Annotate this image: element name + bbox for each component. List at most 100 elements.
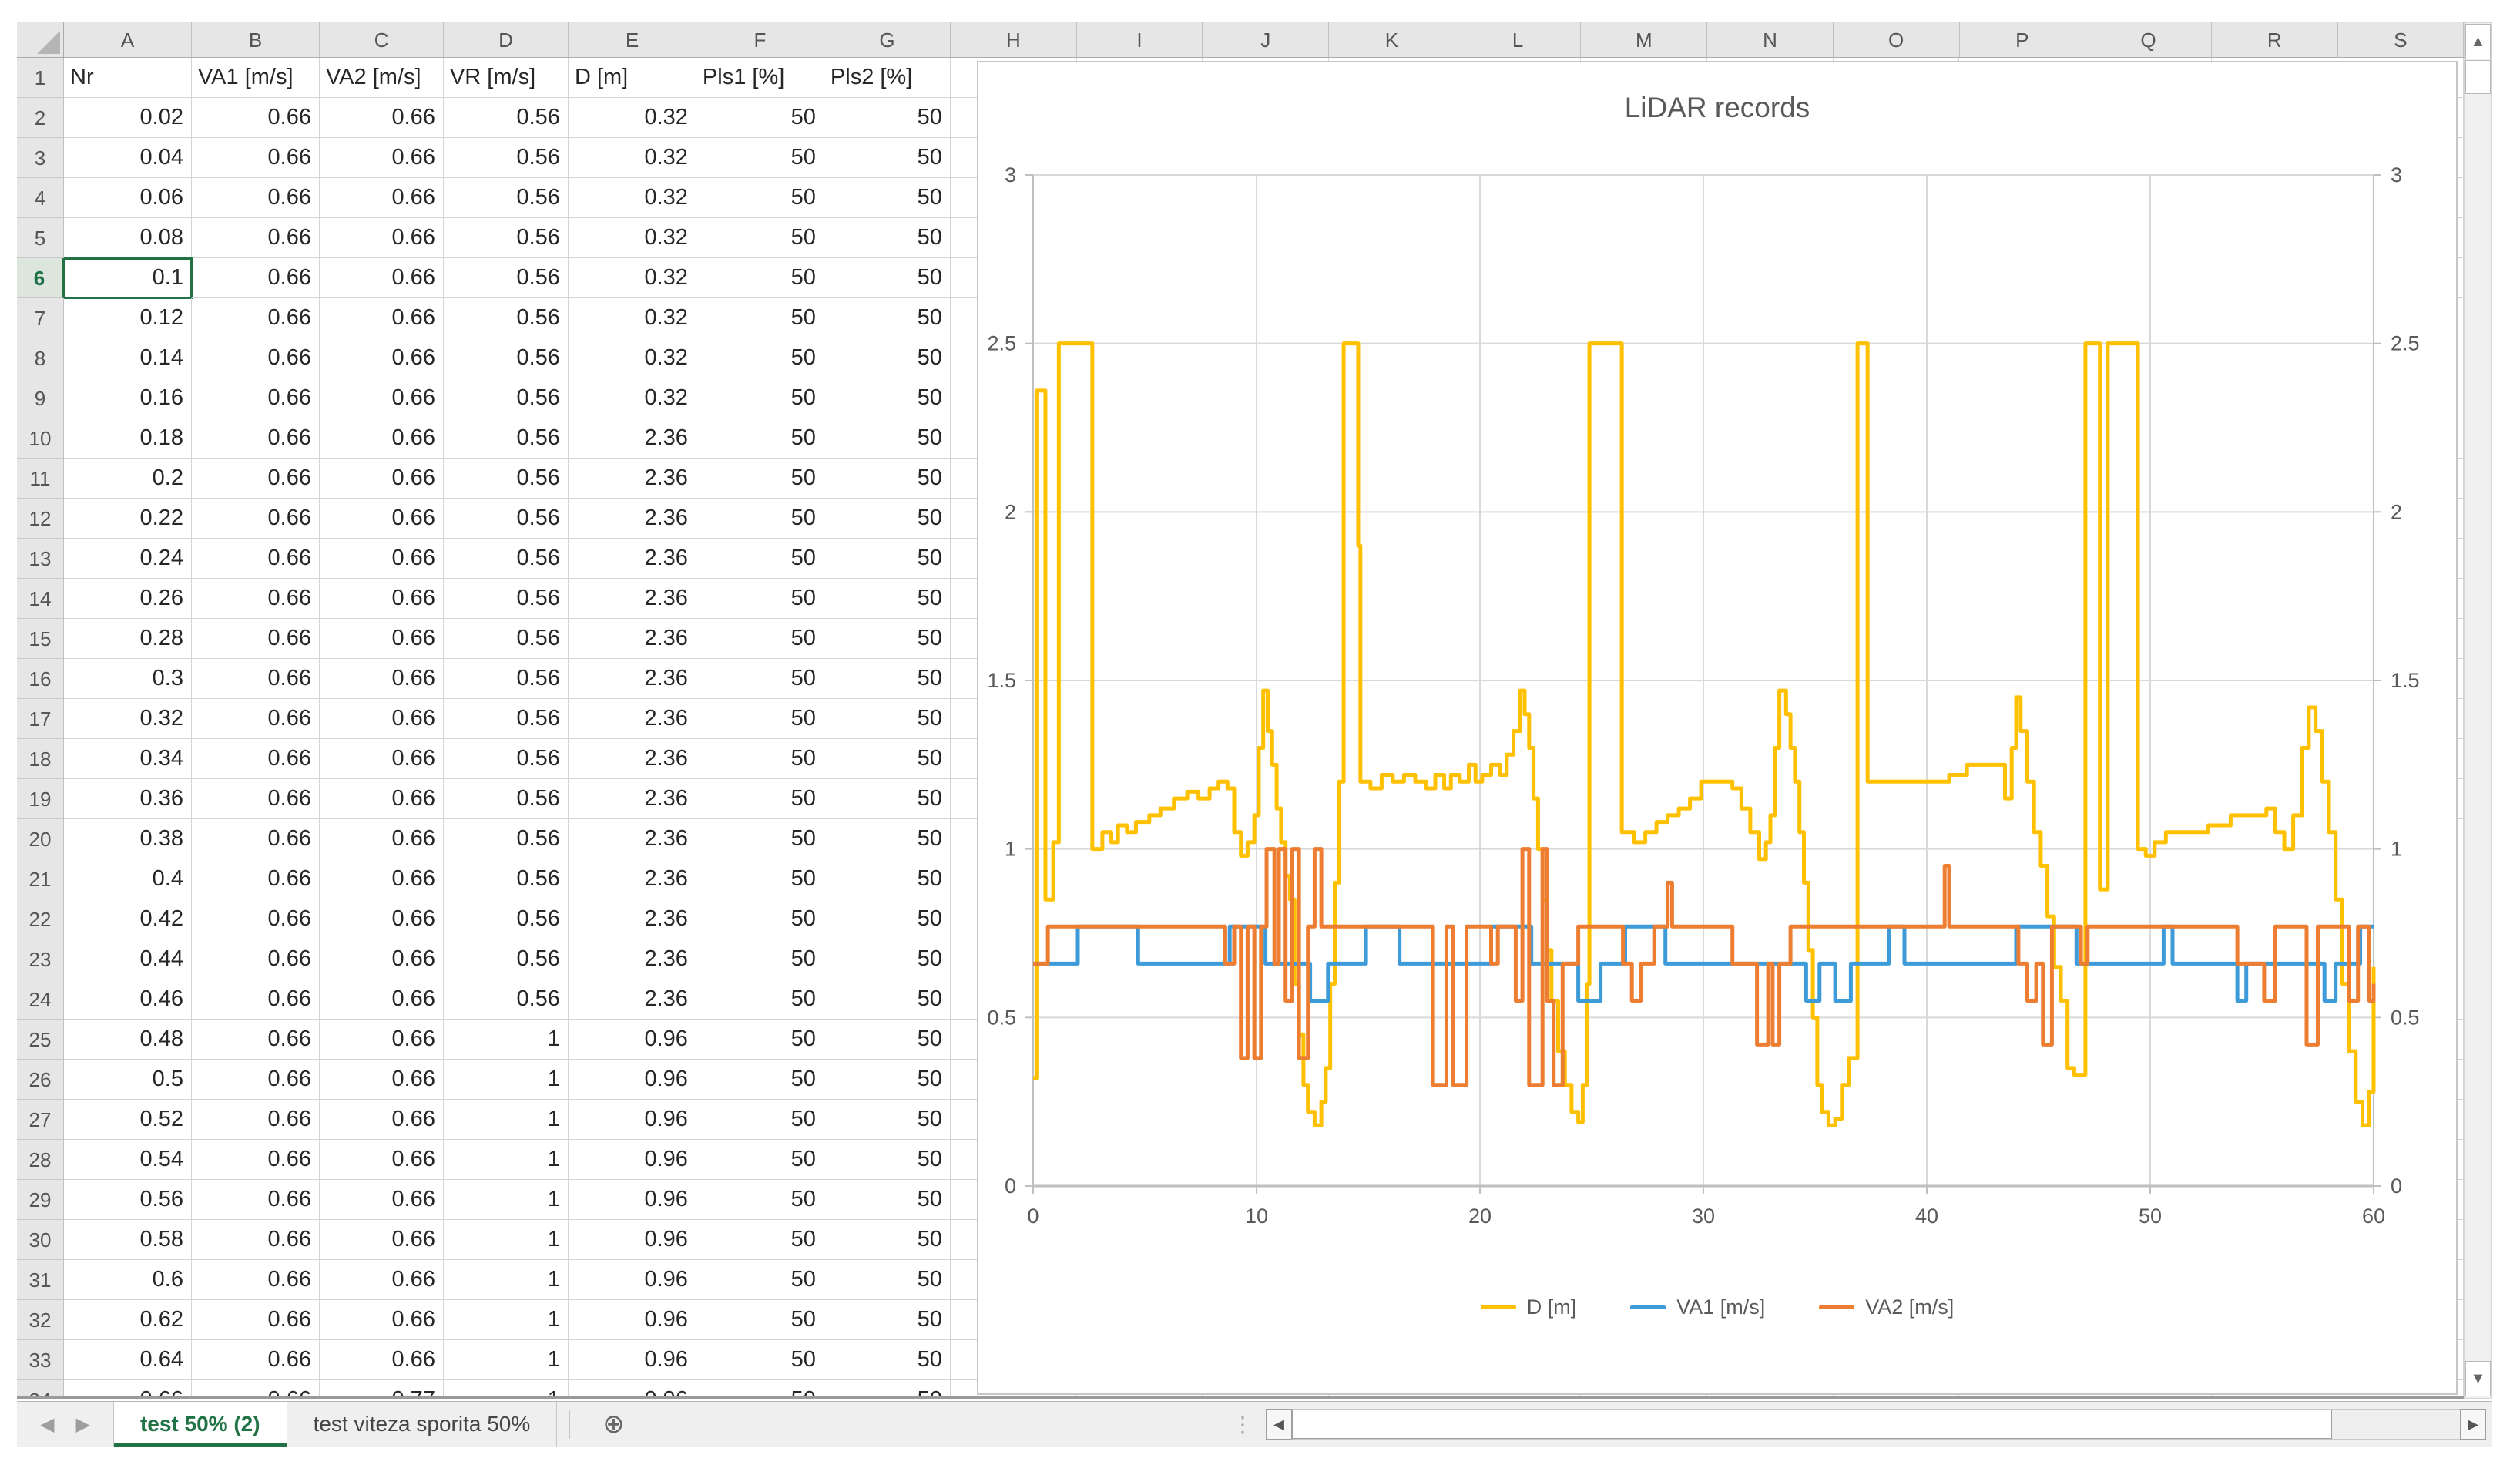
cell-B32[interactable]: 0.66: [192, 1300, 320, 1340]
cell-G29[interactable]: 50: [824, 1180, 951, 1220]
cell-F4[interactable]: 50: [696, 178, 824, 218]
cell-E6[interactable]: 0.32: [569, 258, 696, 298]
cell-F23[interactable]: 50: [696, 939, 824, 979]
cell-F5[interactable]: 50: [696, 218, 824, 258]
cell-C16[interactable]: 0.66: [320, 659, 444, 699]
cell-A15[interactable]: 0.28: [64, 619, 192, 659]
cell-G15[interactable]: 50: [824, 619, 951, 659]
cell-G30[interactable]: 50: [824, 1220, 951, 1260]
row-header-7[interactable]: 7: [17, 298, 64, 338]
cell-G18[interactable]: 50: [824, 739, 951, 779]
cell-F7[interactable]: 50: [696, 298, 824, 338]
row-header-10[interactable]: 10: [17, 418, 64, 459]
cell-A21[interactable]: 0.4: [64, 859, 192, 899]
cell-D8[interactable]: 0.56: [444, 338, 569, 378]
cell-F9[interactable]: 50: [696, 378, 824, 418]
cell-B22[interactable]: 0.66: [192, 899, 320, 939]
cell-G4[interactable]: 50: [824, 178, 951, 218]
cell-G31[interactable]: 50: [824, 1260, 951, 1300]
column-header-K[interactable]: K: [1329, 22, 1455, 58]
cell-E27[interactable]: 0.96: [569, 1100, 696, 1140]
cell-A23[interactable]: 0.44: [64, 939, 192, 979]
cell-D16[interactable]: 0.56: [444, 659, 569, 699]
cell-D24[interactable]: 0.56: [444, 979, 569, 1020]
cell-B23[interactable]: 0.66: [192, 939, 320, 979]
cell-F2[interactable]: 50: [696, 98, 824, 138]
column-header-O[interactable]: O: [1834, 22, 1960, 58]
cell-A30[interactable]: 0.58: [64, 1220, 192, 1260]
cell-E14[interactable]: 2.36: [569, 579, 696, 619]
cell-F18[interactable]: 50: [696, 739, 824, 779]
cell-D1[interactable]: VR [m/s]: [444, 58, 569, 98]
cell-E21[interactable]: 2.36: [569, 859, 696, 899]
cell-G13[interactable]: 50: [824, 539, 951, 579]
cell-F13[interactable]: 50: [696, 539, 824, 579]
cell-A27[interactable]: 0.52: [64, 1100, 192, 1140]
cell-C7[interactable]: 0.66: [320, 298, 444, 338]
cell-A13[interactable]: 0.24: [64, 539, 192, 579]
cell-D10[interactable]: 0.56: [444, 418, 569, 459]
select-all-corner[interactable]: [17, 22, 64, 58]
cell-D28[interactable]: 1: [444, 1140, 569, 1180]
cell-D29[interactable]: 1: [444, 1180, 569, 1220]
cell-C34[interactable]: 0.77: [320, 1380, 444, 1396]
cell-E29[interactable]: 0.96: [569, 1180, 696, 1220]
column-header-B[interactable]: B: [192, 22, 320, 58]
cell-B3[interactable]: 0.66: [192, 138, 320, 178]
cell-G12[interactable]: 50: [824, 499, 951, 539]
cell-B17[interactable]: 0.66: [192, 699, 320, 739]
cell-F26[interactable]: 50: [696, 1060, 824, 1100]
row-header-29[interactable]: 29: [17, 1180, 64, 1220]
row-header-13[interactable]: 13: [17, 539, 64, 579]
cell-C9[interactable]: 0.66: [320, 378, 444, 418]
cell-E26[interactable]: 0.96: [569, 1060, 696, 1100]
cell-B5[interactable]: 0.66: [192, 218, 320, 258]
row-header-21[interactable]: 21: [17, 859, 64, 899]
column-header-M[interactable]: M: [1581, 22, 1707, 58]
cell-B27[interactable]: 0.66: [192, 1100, 320, 1140]
cell-F32[interactable]: 50: [696, 1300, 824, 1340]
chart-object[interactable]: LiDAR records 0102030405060000.50.5111.5…: [977, 61, 2458, 1395]
sheet-tab-test-viteza-sporita-50[interactable]: test viteza sporita 50%: [287, 1402, 558, 1447]
cell-B29[interactable]: 0.66: [192, 1180, 320, 1220]
row-header-11[interactable]: 11: [17, 459, 64, 499]
cell-A18[interactable]: 0.34: [64, 739, 192, 779]
cell-E1[interactable]: D [m]: [569, 58, 696, 98]
cell-C25[interactable]: 0.66: [320, 1020, 444, 1060]
cell-C12[interactable]: 0.66: [320, 499, 444, 539]
horizontal-scrollbar[interactable]: ⋮ ◀ ▶: [1232, 1408, 2486, 1440]
cell-G8[interactable]: 50: [824, 338, 951, 378]
row-header-6[interactable]: 6: [17, 258, 64, 298]
cell-F11[interactable]: 50: [696, 459, 824, 499]
cell-F6[interactable]: 50: [696, 258, 824, 298]
column-header-H[interactable]: H: [951, 22, 1077, 58]
cell-G3[interactable]: 50: [824, 138, 951, 178]
cell-G20[interactable]: 50: [824, 819, 951, 859]
cell-C20[interactable]: 0.66: [320, 819, 444, 859]
cell-E16[interactable]: 2.36: [569, 659, 696, 699]
cell-B31[interactable]: 0.66: [192, 1260, 320, 1300]
cell-G26[interactable]: 50: [824, 1060, 951, 1100]
cell-B7[interactable]: 0.66: [192, 298, 320, 338]
cell-D18[interactable]: 0.56: [444, 739, 569, 779]
cell-C31[interactable]: 0.66: [320, 1260, 444, 1300]
column-header-A[interactable]: A: [64, 22, 192, 58]
cell-C23[interactable]: 0.66: [320, 939, 444, 979]
cell-B33[interactable]: 0.66: [192, 1340, 320, 1380]
cell-B12[interactable]: 0.66: [192, 499, 320, 539]
cell-F30[interactable]: 50: [696, 1220, 824, 1260]
cell-B1[interactable]: VA1 [m/s]: [192, 58, 320, 98]
cell-B26[interactable]: 0.66: [192, 1060, 320, 1100]
cell-E33[interactable]: 0.96: [569, 1340, 696, 1380]
cell-D6[interactable]: 0.56: [444, 258, 569, 298]
add-sheet-button[interactable]: ⊕: [582, 1402, 645, 1447]
cell-C8[interactable]: 0.66: [320, 338, 444, 378]
cell-B19[interactable]: 0.66: [192, 779, 320, 819]
cell-F14[interactable]: 50: [696, 579, 824, 619]
cell-E15[interactable]: 2.36: [569, 619, 696, 659]
tab-nav-right-icon[interactable]: ▶: [75, 1413, 89, 1436]
cell-G1[interactable]: Pls2 [%]: [824, 58, 951, 98]
cell-E20[interactable]: 2.36: [569, 819, 696, 859]
cell-F33[interactable]: 50: [696, 1340, 824, 1380]
cell-B18[interactable]: 0.66: [192, 739, 320, 779]
